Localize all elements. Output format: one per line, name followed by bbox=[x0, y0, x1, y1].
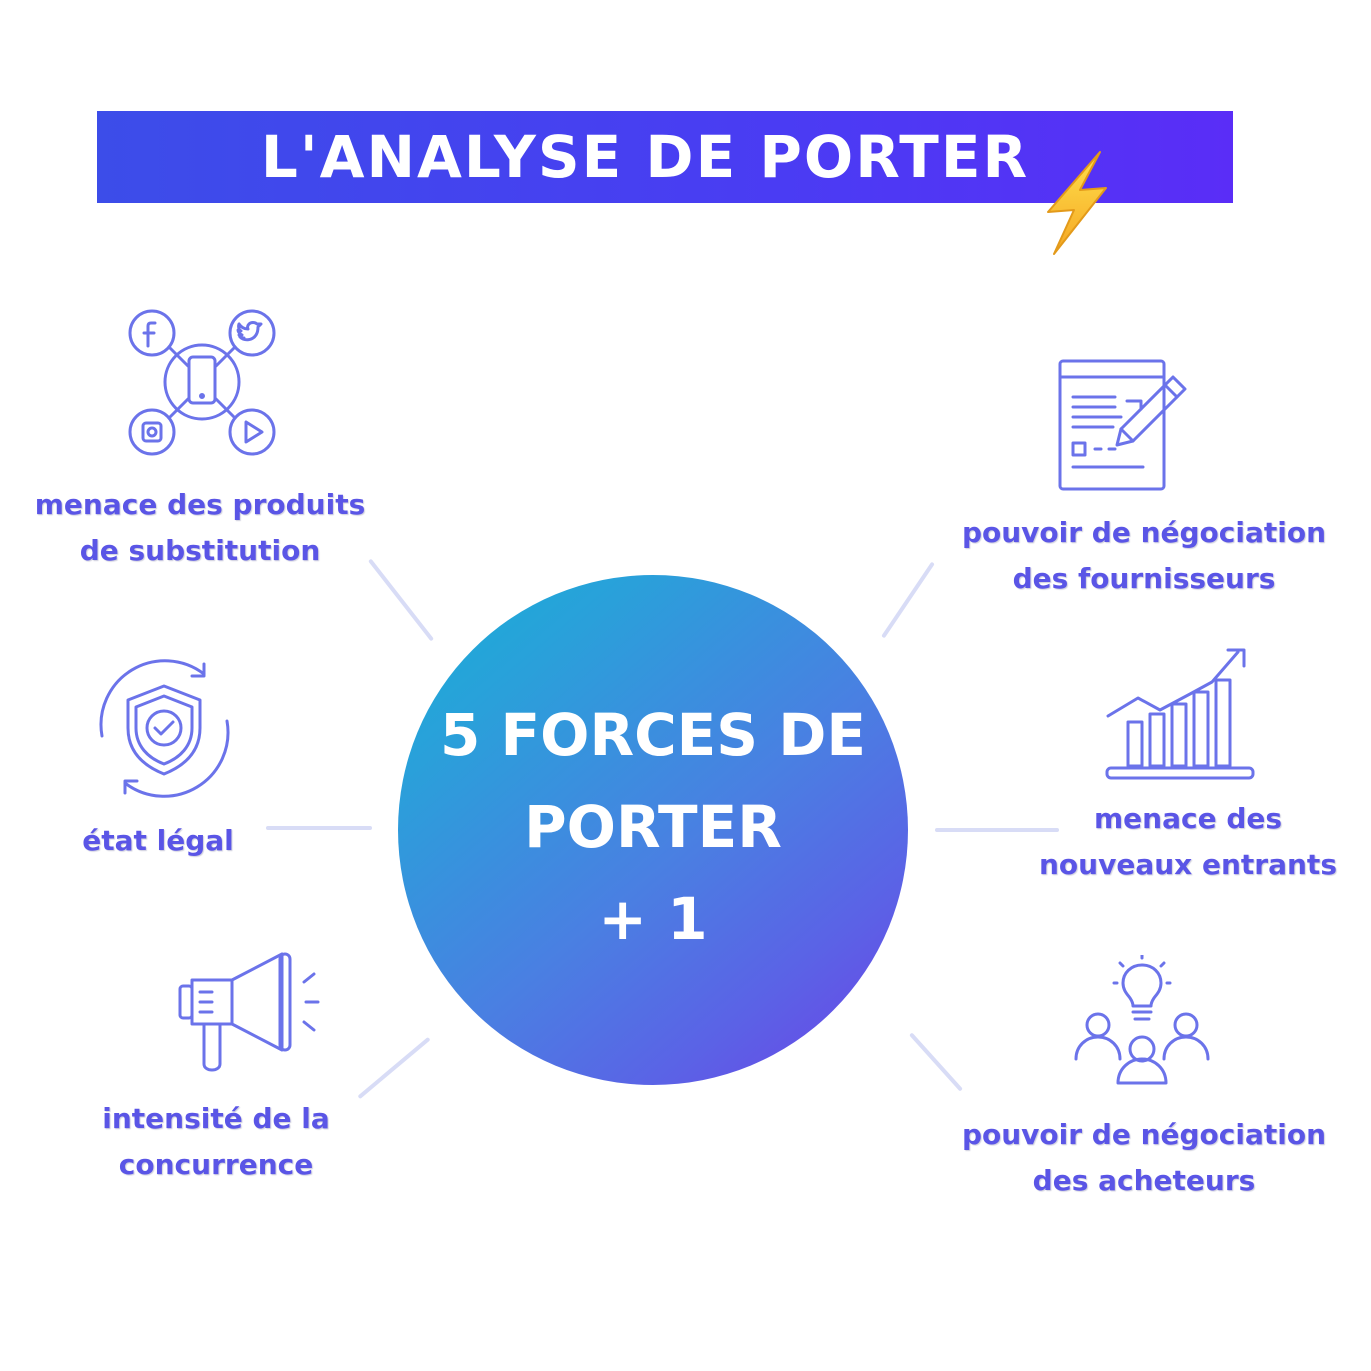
connector-etat-legal bbox=[266, 826, 372, 830]
label-line: des fournisseurs bbox=[1012, 562, 1276, 595]
growth-chart-icon bbox=[1105, 648, 1255, 780]
label-line: menace des produits bbox=[34, 488, 366, 521]
social-network-phone-icon bbox=[128, 309, 276, 456]
connector-acheteurs bbox=[909, 1032, 963, 1092]
shield-check-icon bbox=[99, 659, 230, 798]
label-line: pouvoir de négociation bbox=[961, 1118, 1327, 1151]
force-label-etat-legal: état légal bbox=[40, 818, 276, 864]
center-line-1: 5 FORCES DE bbox=[439, 701, 867, 769]
label-line: nouveaux entrants bbox=[1039, 848, 1337, 881]
lightning-bolt-icon bbox=[1047, 151, 1107, 255]
center-line-2: PORTER bbox=[524, 793, 782, 861]
megaphone-icon bbox=[178, 952, 320, 1072]
force-label-nouveaux-entrants: menace des nouveaux entrants bbox=[1018, 796, 1358, 888]
label-line: menace des bbox=[1093, 802, 1283, 835]
connector-concurrence bbox=[357, 1036, 431, 1100]
contract-pen-icon bbox=[1058, 359, 1187, 491]
label-line: pouvoir de négociation bbox=[961, 516, 1327, 549]
label-line: intensité de la bbox=[102, 1102, 330, 1135]
center-line-3: + 1 bbox=[598, 885, 708, 953]
force-label-acheteurs: pouvoir de négociation des acheteurs bbox=[944, 1112, 1344, 1204]
force-label-concurrence: intensité de la concurrence bbox=[66, 1096, 366, 1188]
center-title: 5 FORCES DE PORTER + 1 bbox=[440, 689, 866, 965]
connector-fournisseurs bbox=[881, 561, 935, 639]
label-line: des acheteurs bbox=[1032, 1164, 1256, 1197]
label-line: de substitution bbox=[79, 534, 321, 567]
force-label-fournisseurs: pouvoir de négociation des fournisseurs bbox=[944, 510, 1344, 602]
label-line: concurrence bbox=[118, 1148, 314, 1181]
idea-people-icon bbox=[1074, 955, 1210, 1085]
force-label-substitution: menace des produits de substitution bbox=[0, 482, 400, 574]
label-line: état légal bbox=[82, 824, 234, 857]
center-circle: 5 FORCES DE PORTER + 1 bbox=[398, 575, 908, 1085]
